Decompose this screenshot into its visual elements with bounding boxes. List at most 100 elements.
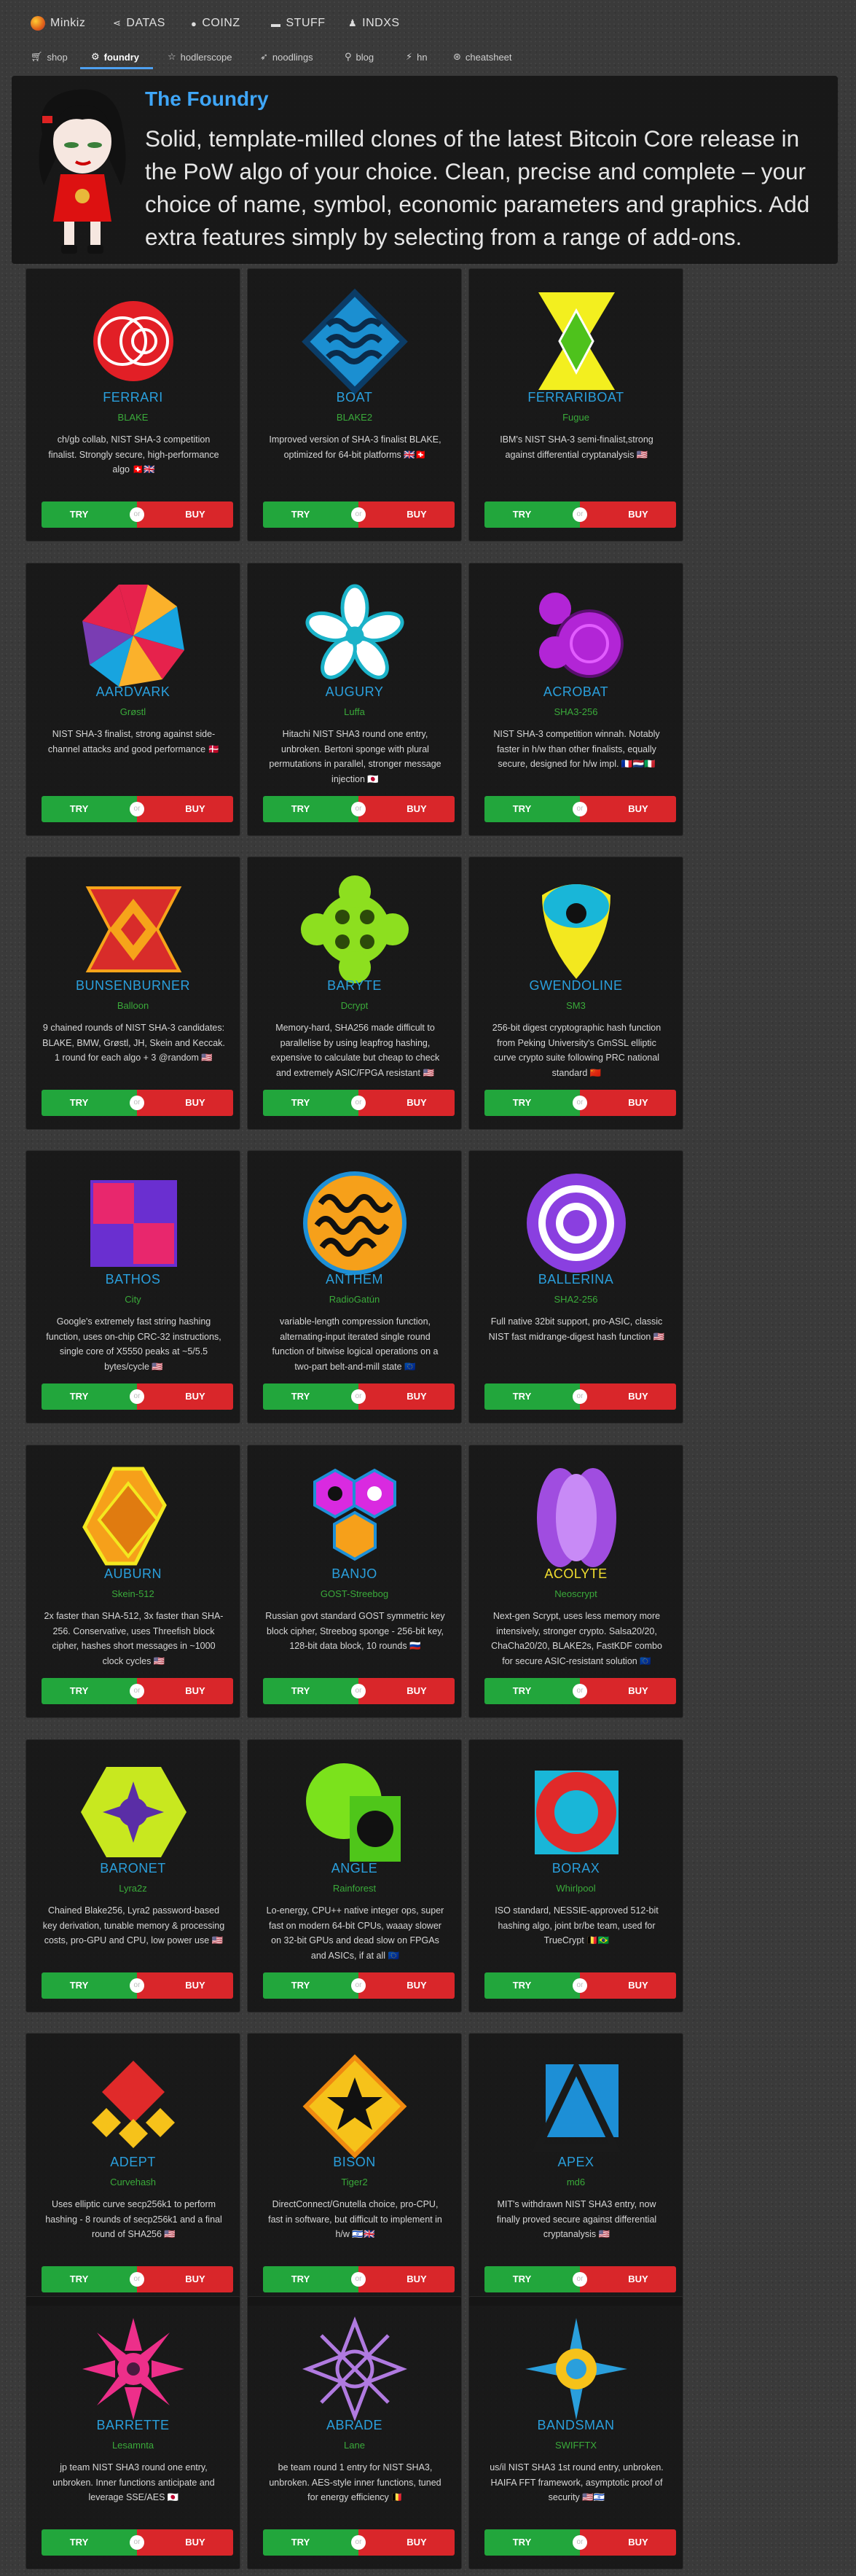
try-button[interactable]: TRY [484,501,580,528]
coin-algo: SM3 [566,1000,586,1011]
coin-name[interactable]: GWENDOLINE [469,978,683,994]
buy-button[interactable]: BUY [358,796,455,822]
buy-button[interactable]: BUY [137,1972,233,1999]
folder-icon: ▬ [271,17,281,29]
coin-description: MIT's withdrawn NIST SHA3 entry, now fin… [496,2199,657,2239]
coin-name[interactable]: BANDSMAN [469,2418,683,2433]
buy-button[interactable]: BUY [580,2266,676,2292]
coin-card: GWENDOLINE SM3 256-bit digest cryptographi… [468,856,683,1130]
plug-icon: ⚡︎ [406,51,413,62]
coin-name[interactable]: ANGLE [248,1861,461,1876]
buy-button[interactable]: BUY [580,1678,676,1704]
try-button[interactable]: TRY [42,501,137,528]
try-button[interactable]: TRY [42,1383,137,1410]
coin-name[interactable]: BARYTE [248,978,461,994]
brand-link[interactable]: Minkiz [31,15,85,32]
subnav-item-hn[interactable]: ⚡︎ hn [406,48,428,66]
gwendoline-logo-icon [542,884,610,979]
try-button[interactable]: TRY [484,796,580,822]
foundry-banner: The Foundry Solid, template-milled clone… [12,76,838,264]
coin-name[interactable]: BUNSENBURNER [26,978,240,994]
coin-name[interactable]: AUGURY [248,684,461,700]
try-button[interactable]: TRY [484,1090,580,1116]
try-button[interactable]: TRY [42,1678,137,1704]
try-button[interactable]: TRY [42,796,137,822]
buy-button[interactable]: BUY [580,1383,676,1410]
subnav-item-foundry[interactable]: ⚙ foundry [91,48,139,66]
or-divider: or [130,2535,144,2550]
subnav-item-shop[interactable]: 🛒︎ shop [31,48,68,66]
try-button[interactable]: TRY [263,1090,358,1116]
star-icon: ☆ [168,51,176,62]
try-button[interactable]: TRY [42,1090,137,1116]
try-button[interactable]: TRY [263,2266,358,2292]
try-button[interactable]: TRY [484,1678,580,1704]
buy-button[interactable]: BUY [580,1090,676,1116]
coin-name[interactable]: BORAX [469,1861,683,1876]
coin-name[interactable]: BISON [248,2155,461,2170]
buy-button[interactable]: BUY [358,1090,455,1116]
nav-item-stuff[interactable]: ▬ STUFF [271,15,326,32]
buy-button[interactable]: BUY [137,2529,233,2556]
try-button[interactable]: TRY [263,2529,358,2556]
coin-name[interactable]: BARONET [26,1861,240,1876]
subnav-label: blog [356,51,374,63]
buy-button[interactable]: BUY [137,1383,233,1410]
try-button[interactable]: TRY [263,1972,358,1999]
buy-button[interactable]: BUY [580,1972,676,1999]
try-button[interactable]: TRY [263,1678,358,1704]
or-divider: or [573,1096,587,1110]
coin-name[interactable]: AARDVARK [26,684,240,700]
coin-name[interactable]: AUBURN [26,1566,240,1582]
subnav-item-blog[interactable]: ⚲ blog [345,48,374,66]
or-divider: or [130,1978,144,1993]
coin-name[interactable]: BANJO [248,1566,461,1582]
try-button[interactable]: TRY [42,2529,137,2556]
try-button[interactable]: TRY [263,501,358,528]
nav-item-datas[interactable]: ⋖ DATAS [113,15,165,32]
buy-button[interactable]: BUY [358,1383,455,1410]
nav-item-coinz[interactable]: ● COINZ [191,15,240,32]
subnav-item-cheatsheet[interactable]: ⊛ cheatsheet [453,48,512,66]
coin-algo: City [125,1294,141,1305]
coin-name[interactable]: ACROBAT [469,684,683,700]
coin-name[interactable]: BARRETTE [26,2418,240,2433]
buy-button[interactable]: BUY [137,1090,233,1116]
coin-name[interactable]: ADEPT [26,2155,240,2170]
buy-button[interactable]: BUY [137,796,233,822]
nav-item-indxs[interactable]: ♟ INDXS [348,15,400,32]
subnav-label: cheatsheet [465,51,512,63]
try-button[interactable]: TRY [484,2266,580,2292]
try-button[interactable]: TRY [484,1383,580,1410]
coin-card: AUGURY Luffa Hitachi NIST SHA3 round one e… [247,563,462,836]
try-button[interactable]: TRY [263,796,358,822]
buy-button[interactable]: BUY [358,1972,455,1999]
subnav-item-hodlerscope[interactable]: ☆ hodlerscope [168,48,232,66]
buy-button[interactable]: BUY [358,501,455,528]
subnav-item-noodlings[interactable]: ➶ noodlings [260,48,313,66]
coin-name[interactable]: ACOLYTE [469,1566,683,1582]
coin-name[interactable]: BOAT [248,390,461,405]
coin-name[interactable]: FERRARI [26,390,240,405]
buy-button[interactable]: BUY [137,2266,233,2292]
coin-name[interactable]: APEX [469,2155,683,2170]
buy-button[interactable]: BUY [358,2529,455,2556]
buy-button[interactable]: BUY [580,2529,676,2556]
coin-name[interactable]: ANTHEM [248,1272,461,1287]
buy-button[interactable]: BUY [358,2266,455,2292]
buy-button[interactable]: BUY [137,1678,233,1704]
buy-button[interactable]: BUY [580,501,676,528]
try-button[interactable]: TRY [484,1972,580,1999]
try-button[interactable]: TRY [484,2529,580,2556]
try-button[interactable]: TRY [42,1972,137,1999]
buy-button[interactable]: BUY [580,796,676,822]
coin-name[interactable]: ABRADE [248,2418,461,2433]
buy-button[interactable]: BUY [137,501,233,528]
coin-name[interactable]: FERRARIBOAT [469,390,683,405]
coin-name[interactable]: BALLERINA [469,1272,683,1287]
try-button[interactable]: TRY [42,2266,137,2292]
coin-card: ANGLE Rainforest Lo-energy, CPU++ native i… [247,1739,462,2013]
buy-button[interactable]: BUY [358,1678,455,1704]
try-button[interactable]: TRY [263,1383,358,1410]
coin-name[interactable]: BATHOS [26,1272,240,1287]
